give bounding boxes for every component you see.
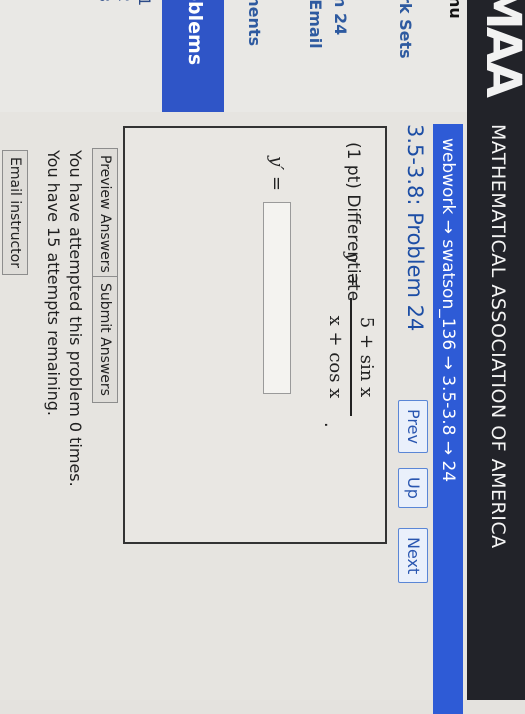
- attempts-remaining-text: You have 15 attempts remaining.: [44, 150, 63, 416]
- preview-answers-button[interactable]: Preview Answers: [92, 148, 118, 280]
- fraction-bar: [351, 298, 353, 416]
- sidebar-item-problems[interactable]: oblems: [162, 0, 224, 112]
- math-fraction: 5 + sin x x + cos x: [326, 298, 378, 416]
- fraction-numerator: 5 + sin x: [356, 298, 377, 416]
- up-button[interactable]: Up: [398, 468, 428, 508]
- org-name: MATHEMATICAL ASSOCIATION OF AMERICA: [487, 124, 509, 549]
- problem-box: (1 pt) Differentiate y = 5 + sin x x + c…: [123, 126, 387, 544]
- page-title: 3.5-3.8: Problem 24: [403, 124, 427, 331]
- prev-button[interactable]: Prev: [398, 400, 428, 453]
- sidebar-item-grades[interactable]: ments: [245, 0, 264, 46]
- sidebar-item-problem-set-24[interactable]: n 24: [331, 0, 350, 35]
- breadcrumb[interactable]: webwork → swatson_136 → 3.5-3.8 → 24: [433, 124, 463, 714]
- attempts-used-text: You have attempted this problem 0 times.: [66, 150, 85, 487]
- maa-logo: MAA: [473, 0, 525, 95]
- site-header: MAA MATHEMATICAL ASSOCIATION OF AMERICA: [467, 0, 525, 700]
- sidebar-item-password-email[interactable]: d/Email: [306, 0, 325, 49]
- sidebar-problem-link-1[interactable]: 1: [135, 0, 154, 6]
- rotated-page: MAA MATHEMATICAL ASSOCIATION OF AMERICA …: [0, 0, 525, 700]
- sidebar: nu ork Sets n 24 d/Email ments oblems 1 …: [0, 0, 467, 112]
- next-button[interactable]: Next: [398, 528, 428, 583]
- email-instructor-button[interactable]: Email instructor: [2, 150, 28, 275]
- answer-label: y′ =: [266, 156, 287, 191]
- sidebar-item-homework-sets[interactable]: ork Sets: [396, 0, 415, 59]
- math-lhs: y: [342, 252, 363, 262]
- sidebar-problems-label: oblems: [184, 0, 206, 65]
- sidebar-problem-link-2[interactable]: 2: [115, 0, 134, 2]
- submit-answers-button[interactable]: Submit Answers: [92, 276, 118, 403]
- sidebar-problem-link-3[interactable]: 3: [95, 0, 114, 2]
- sidebar-menu-heading: nu: [446, 0, 465, 19]
- fraction-denominator: x + cos x: [326, 298, 347, 416]
- math-period: .: [320, 422, 341, 428]
- math-equals: =: [344, 272, 365, 287]
- answer-input[interactable]: [263, 202, 291, 394]
